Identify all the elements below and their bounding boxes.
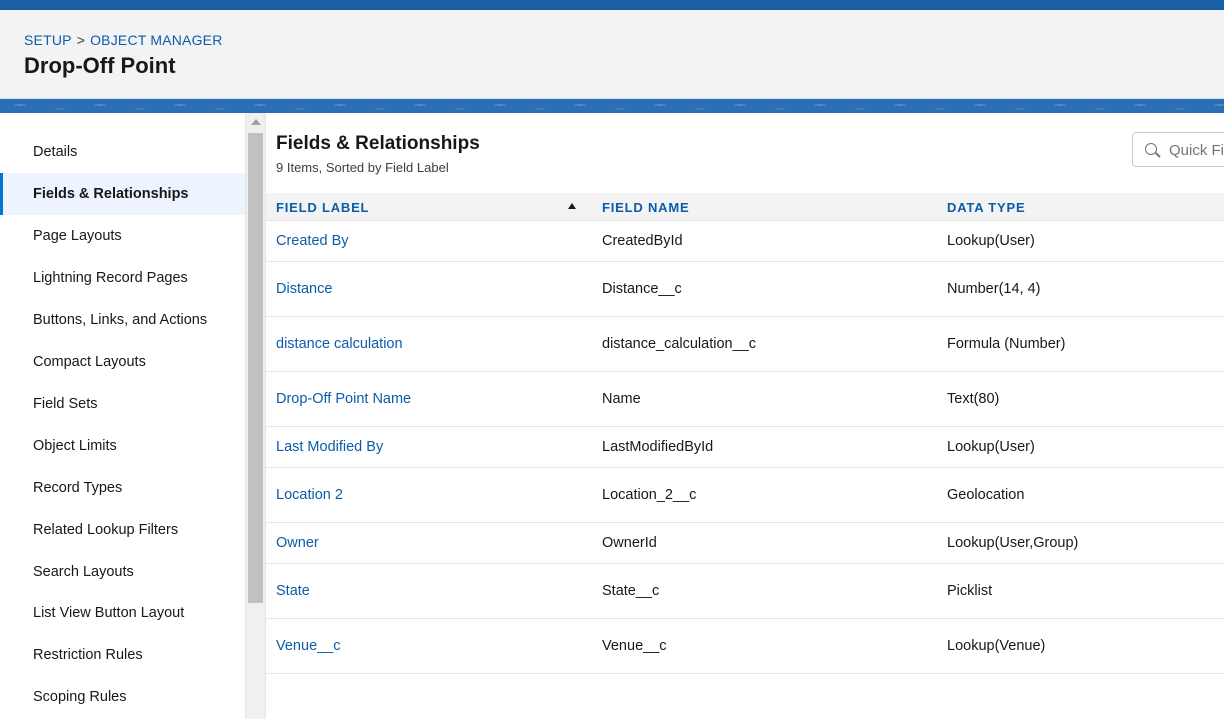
- sidebar-item-buttons-links-actions[interactable]: Buttons, Links, and Actions: [0, 299, 245, 341]
- sidebar-item-page-layouts[interactable]: Page Layouts: [0, 215, 245, 257]
- sidebar-item-compact-layouts[interactable]: Compact Layouts: [0, 341, 245, 383]
- data-type: Formula (Number): [947, 336, 1066, 352]
- data-type: Lookup(User): [947, 233, 1035, 249]
- table-row: Location 2 Location_2__c Geolocation: [266, 468, 1224, 523]
- breadcrumb: SETUP > OBJECT MANAGER: [24, 32, 223, 48]
- sidebar-item-restriction-rules[interactable]: Restriction Rules: [0, 634, 245, 676]
- sidebar-item-search-layouts[interactable]: Search Layouts: [0, 551, 245, 593]
- field-name: OwnerId: [602, 535, 657, 551]
- page-title: Drop-Off Point: [24, 53, 176, 78]
- main-content: Fields & Relationships 9 Items, Sorted b…: [266, 113, 1224, 719]
- field-label-link[interactable]: State: [276, 583, 310, 599]
- section-subtitle: 9 Items, Sorted by Field Label: [276, 160, 449, 175]
- field-name: Name: [602, 391, 641, 407]
- table-row: distance calculation distance_calculatio…: [266, 317, 1224, 372]
- breadcrumb-setup-link[interactable]: SETUP: [24, 32, 72, 48]
- column-header-field-label[interactable]: FIELD LABEL: [276, 193, 369, 221]
- scroll-thumb[interactable]: [248, 133, 263, 603]
- sidebar-nav: Details Fields & Relationships Page Layo…: [0, 113, 245, 719]
- field-label-link[interactable]: distance calculation: [276, 336, 403, 352]
- data-type: Lookup(User,Group): [947, 535, 1079, 551]
- field-label-link[interactable]: Created By: [276, 233, 349, 249]
- field-label-link[interactable]: Location 2: [276, 487, 343, 503]
- table-row: Drop-Off Point Name Name Text(80): [266, 372, 1224, 427]
- sidebar-item-list-view-button-layout[interactable]: List View Button Layout: [0, 592, 245, 634]
- field-name: State__c: [602, 583, 660, 599]
- field-label-link[interactable]: Owner: [276, 535, 319, 551]
- field-name: Venue__c: [602, 638, 667, 654]
- field-label-link[interactable]: Drop-Off Point Name: [276, 391, 411, 407]
- sidebar-item-lightning-record-pages[interactable]: Lightning Record Pages: [0, 257, 245, 299]
- field-name: LastModifiedById: [602, 439, 714, 455]
- table-row: Owner OwnerId Lookup(User,Group): [266, 523, 1224, 564]
- sidebar-item-scoping-rules[interactable]: Scoping Rules: [0, 676, 245, 718]
- breadcrumb-separator: >: [76, 32, 86, 48]
- data-type: Lookup(User): [947, 439, 1035, 455]
- breadcrumb-object-manager-link[interactable]: OBJECT MANAGER: [90, 32, 222, 48]
- quick-find-input[interactable]: [1169, 140, 1224, 160]
- decorative-pattern-band: [0, 99, 1224, 113]
- sidebar-item-details[interactable]: Details: [0, 131, 245, 173]
- field-name: distance_calculation__c: [602, 336, 756, 352]
- sidebar-item-related-lookup-filters[interactable]: Related Lookup Filters: [0, 509, 245, 551]
- page-header: SETUP > OBJECT MANAGER Drop-Off Point: [0, 10, 1224, 99]
- column-header-field-name[interactable]: FIELD NAME: [602, 193, 689, 221]
- table-row: Distance Distance__c Number(14, 4): [266, 262, 1224, 317]
- top-brand-band: [0, 0, 1224, 10]
- field-name: Location_2__c: [602, 487, 697, 503]
- table-header: FIELD LABEL FIELD NAME DATA TYPE: [266, 193, 1224, 221]
- sidebar-item-object-limits[interactable]: Object Limits: [0, 425, 245, 467]
- table-row: Created By CreatedById Lookup(User): [266, 221, 1224, 262]
- section-title: Fields & Relationships: [276, 133, 480, 154]
- search-icon: [1145, 143, 1157, 155]
- sidebar-item-record-types[interactable]: Record Types: [0, 467, 245, 509]
- sort-ascending-icon[interactable]: [568, 203, 576, 209]
- table-row: State State__c Picklist: [266, 564, 1224, 619]
- data-type: Geolocation: [947, 487, 1025, 503]
- sidebar-scrollbar[interactable]: [245, 113, 266, 719]
- data-type: Lookup(Venue): [947, 638, 1046, 654]
- field-label-link[interactable]: Last Modified By: [276, 439, 383, 455]
- quick-find-box[interactable]: [1132, 132, 1224, 167]
- data-type: Text(80): [947, 391, 1000, 407]
- sidebar-item-fields-relationships[interactable]: Fields & Relationships: [0, 173, 245, 215]
- field-label-link[interactable]: Distance: [276, 281, 332, 297]
- data-type: Number(14, 4): [947, 281, 1041, 297]
- field-label-link[interactable]: Venue__c: [276, 638, 341, 654]
- column-header-data-type[interactable]: DATA TYPE: [947, 193, 1025, 221]
- field-name: Distance__c: [602, 281, 682, 297]
- table-row: Last Modified By LastModifiedById Lookup…: [266, 427, 1224, 468]
- sidebar-item-field-sets[interactable]: Field Sets: [0, 383, 245, 425]
- field-name: CreatedById: [602, 233, 683, 249]
- scroll-up-arrow-icon[interactable]: [251, 119, 261, 125]
- data-type: Picklist: [947, 583, 993, 599]
- table-row: Venue__c Venue__c Lookup(Venue): [266, 619, 1224, 674]
